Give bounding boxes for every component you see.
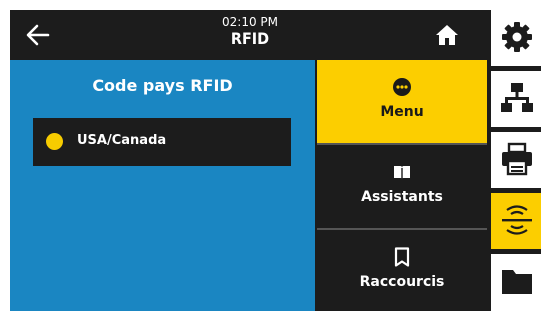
assistants-label: Assistants	[361, 189, 443, 205]
gear-icon	[502, 22, 532, 52]
printer-icon	[502, 142, 532, 176]
menu-button[interactable]: Menu	[317, 60, 487, 143]
printer-display: 02:10 PM RFID Code pays RFID USA/Canada …	[10, 10, 541, 311]
sidebar	[487, 10, 541, 311]
page-title: RFID	[230, 29, 270, 48]
setting-title: Code pays RFID	[92, 76, 233, 95]
menu-label: Menu	[380, 104, 424, 120]
header: 02:10 PM RFID	[170, 15, 330, 48]
menu-column: Menu Assistants Raccourcis	[317, 60, 487, 311]
clock-time: 02:10 PM	[222, 15, 278, 29]
bookmark-icon	[394, 247, 410, 267]
settings-button[interactable]	[491, 10, 541, 66]
menu-dots-icon	[393, 78, 411, 96]
network-icon	[501, 83, 533, 112]
folder-icon	[502, 270, 532, 294]
book-icon	[394, 166, 410, 180]
shortcuts-label: Raccourcis	[359, 274, 445, 290]
country-code-option[interactable]: USA/Canada	[33, 118, 291, 166]
network-button[interactable]	[491, 71, 541, 127]
setting-panel: Code pays RFID USA/Canada	[10, 60, 315, 311]
home-icon[interactable]	[435, 23, 459, 47]
menu-divider	[317, 228, 487, 230]
print-button[interactable]	[491, 132, 541, 188]
back-arrow-icon[interactable]	[24, 21, 52, 49]
selected-radio-indicator	[46, 133, 63, 150]
option-label: USA/Canada	[77, 133, 167, 148]
files-button[interactable]	[491, 254, 541, 311]
menu-divider	[317, 143, 487, 145]
rfid-button[interactable]	[491, 193, 541, 249]
shortcuts-button[interactable]: Raccourcis	[317, 230, 487, 311]
rfid-icon	[502, 205, 532, 235]
top-bar: 02:10 PM RFID	[10, 10, 487, 60]
assistants-button[interactable]: Assistants	[317, 145, 487, 228]
